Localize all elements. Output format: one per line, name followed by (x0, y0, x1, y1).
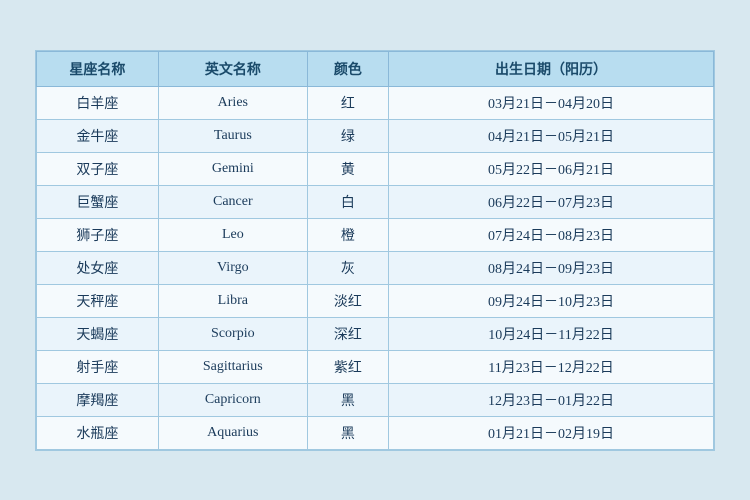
cell-chinese: 双子座 (37, 152, 159, 185)
cell-english: Leo (158, 218, 307, 251)
table-row: 处女座Virgo灰08月24日－09月23日 (37, 251, 714, 284)
table-row: 狮子座Leo橙07月24日－08月23日 (37, 218, 714, 251)
cell-english: Virgo (158, 251, 307, 284)
cell-chinese: 射手座 (37, 350, 159, 383)
header-english: 英文名称 (158, 51, 307, 86)
cell-date: 08月24日－09月23日 (389, 251, 714, 284)
cell-color: 白 (307, 185, 388, 218)
table-row: 射手座Sagittarius紫红11月23日－12月22日 (37, 350, 714, 383)
cell-english: Cancer (158, 185, 307, 218)
cell-color: 深红 (307, 317, 388, 350)
table-row: 双子座Gemini黄05月22日－06月21日 (37, 152, 714, 185)
cell-date: 11月23日－12月22日 (389, 350, 714, 383)
cell-color: 黑 (307, 416, 388, 449)
cell-color: 黑 (307, 383, 388, 416)
cell-date: 06月22日－07月23日 (389, 185, 714, 218)
table-row: 天秤座Libra淡红09月24日－10月23日 (37, 284, 714, 317)
cell-date: 07月24日－08月23日 (389, 218, 714, 251)
cell-chinese: 处女座 (37, 251, 159, 284)
table-row: 白羊座Aries红03月21日－04月20日 (37, 86, 714, 119)
cell-color: 绿 (307, 119, 388, 152)
cell-date: 10月24日－11月22日 (389, 317, 714, 350)
cell-date: 03月21日－04月20日 (389, 86, 714, 119)
cell-english: Aries (158, 86, 307, 119)
cell-date: 09月24日－10月23日 (389, 284, 714, 317)
cell-english: Taurus (158, 119, 307, 152)
header-chinese: 星座名称 (37, 51, 159, 86)
cell-chinese: 摩羯座 (37, 383, 159, 416)
cell-english: Aquarius (158, 416, 307, 449)
cell-color: 黄 (307, 152, 388, 185)
cell-english: Libra (158, 284, 307, 317)
cell-chinese: 金牛座 (37, 119, 159, 152)
cell-chinese: 巨蟹座 (37, 185, 159, 218)
table-row: 金牛座Taurus绿04月21日－05月21日 (37, 119, 714, 152)
zodiac-table: 星座名称 英文名称 颜色 出生日期（阳历） 白羊座Aries红03月21日－04… (36, 51, 714, 450)
cell-chinese: 水瓶座 (37, 416, 159, 449)
table-row: 摩羯座Capricorn黑12月23日－01月22日 (37, 383, 714, 416)
cell-english: Gemini (158, 152, 307, 185)
table-row: 巨蟹座Cancer白06月22日－07月23日 (37, 185, 714, 218)
cell-english: Sagittarius (158, 350, 307, 383)
cell-chinese: 白羊座 (37, 86, 159, 119)
cell-color: 灰 (307, 251, 388, 284)
cell-chinese: 天蝎座 (37, 317, 159, 350)
header-color: 颜色 (307, 51, 388, 86)
cell-english: Scorpio (158, 317, 307, 350)
cell-color: 淡红 (307, 284, 388, 317)
cell-english: Capricorn (158, 383, 307, 416)
cell-chinese: 狮子座 (37, 218, 159, 251)
cell-color: 紫红 (307, 350, 388, 383)
cell-date: 05月22日－06月21日 (389, 152, 714, 185)
cell-date: 04月21日－05月21日 (389, 119, 714, 152)
cell-color: 橙 (307, 218, 388, 251)
cell-date: 01月21日－02月19日 (389, 416, 714, 449)
zodiac-table-container: 星座名称 英文名称 颜色 出生日期（阳历） 白羊座Aries红03月21日－04… (35, 50, 715, 451)
table-header-row: 星座名称 英文名称 颜色 出生日期（阳历） (37, 51, 714, 86)
table-row: 天蝎座Scorpio深红10月24日－11月22日 (37, 317, 714, 350)
cell-date: 12月23日－01月22日 (389, 383, 714, 416)
cell-color: 红 (307, 86, 388, 119)
header-date: 出生日期（阳历） (389, 51, 714, 86)
table-row: 水瓶座Aquarius黑01月21日－02月19日 (37, 416, 714, 449)
cell-chinese: 天秤座 (37, 284, 159, 317)
